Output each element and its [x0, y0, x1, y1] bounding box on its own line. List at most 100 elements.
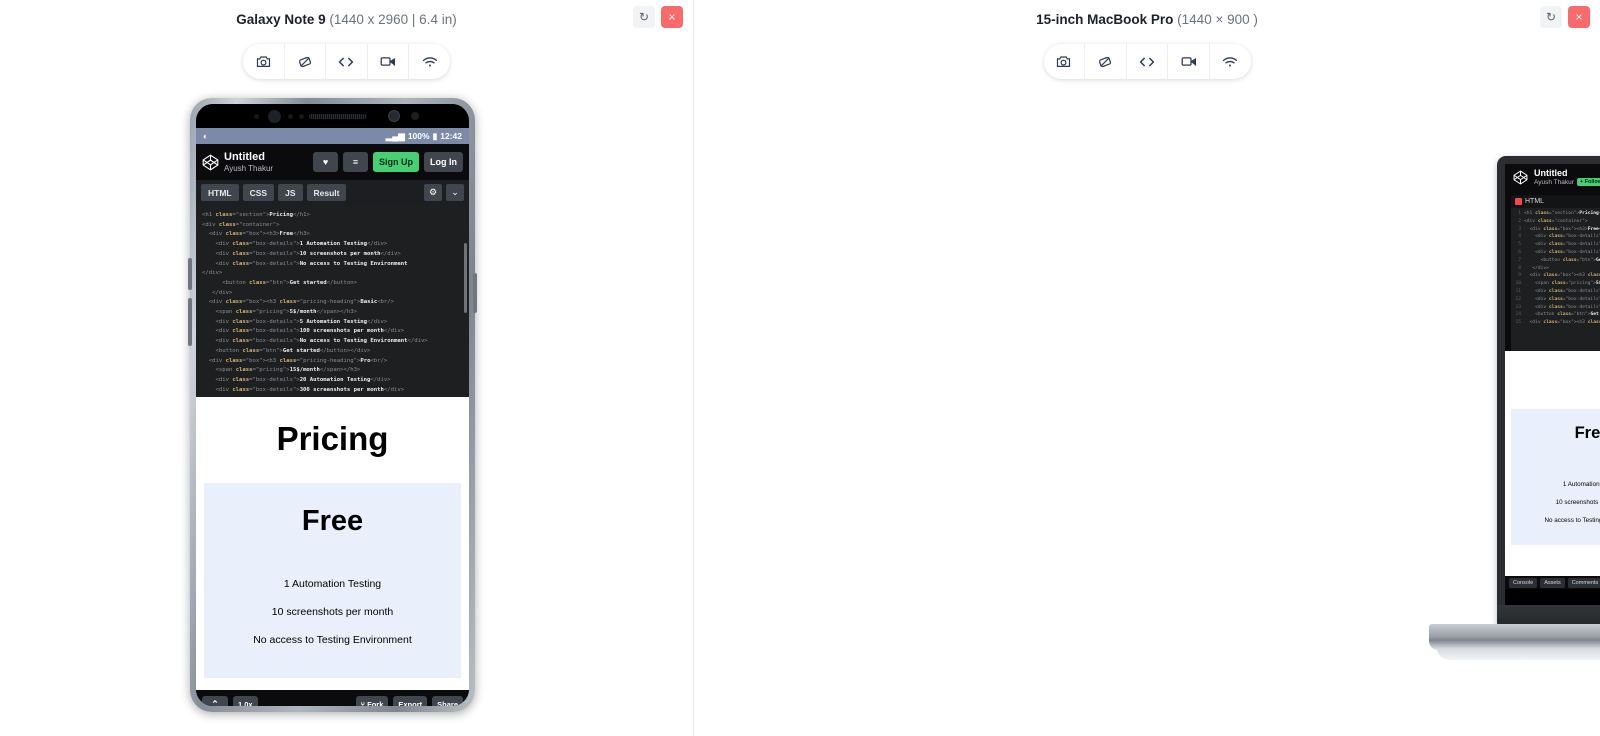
code-line: 14 <button class="btn">Get started</butt… — [1511, 311, 1600, 319]
heart-icon[interactable]: ♥ — [313, 152, 338, 172]
code-icon[interactable] — [1127, 44, 1169, 79]
pen-author-mac: Ayush Thakur — [1534, 178, 1574, 186]
codepen-logo-icon — [202, 154, 219, 171]
result-preview-mac: Pricing Free 1 Automation Testing 10 scre… — [1505, 351, 1600, 576]
camera-icon[interactable] — [1044, 44, 1086, 79]
editor-tabs-phone: HTML CSS JS Result ⚙ ⌄ — [196, 180, 469, 205]
collapse-chevron-icon[interactable]: ⌃ — [202, 696, 228, 706]
zoom-level-button[interactable]: 1.0x — [233, 696, 258, 706]
device-toolbar-mac — [1043, 44, 1251, 79]
camera-icon[interactable] — [243, 44, 285, 79]
close-icon[interactable]: × — [661, 6, 683, 28]
device-preview-panes: Galaxy Note 9 (1440 x 2960 | 6.4 in) ↻ × — [0, 0, 1600, 736]
follow-button[interactable]: + Follow — [1576, 178, 1600, 187]
phone-device-frame: ◐ ▂▄▆ 100% ▮ 12:42 Untitled Ayush Thakur… — [188, 98, 477, 712]
code-line: <div class="box-details">1 Automation Te… — [202, 241, 388, 248]
codepen-pen-meta-mac: Untitled Ayush Thakur + Follow — [1534, 167, 1600, 187]
line-number: 5 — [1518, 242, 1521, 248]
phone-screen: ◐ ▂▄▆ 100% ▮ 12:42 Untitled Ayush Thakur… — [196, 104, 469, 706]
pen-title-mac: Untitled — [1534, 167, 1568, 178]
pane-galaxy-note-9: Galaxy Note 9 (1440 x 2960 | 6.4 in) ↻ × — [0, 0, 694, 736]
login-button-phone[interactable]: Log In — [424, 152, 463, 172]
console-button[interactable]: Console — [1509, 577, 1538, 588]
code-line: <div class="box-details">10 screenshots … — [202, 250, 401, 257]
line-number: 15 — [1515, 320, 1521, 326]
signal-icon: ▂▄▆ — [385, 130, 405, 141]
editor-scrollbar-phone[interactable] — [464, 243, 467, 313]
pricing-card-feature: 10 screenshots per month — [1555, 499, 1600, 506]
status-time: 12:42 — [440, 131, 462, 141]
list-menu-icon[interactable]: ≡ — [343, 152, 368, 172]
html-editor-mac[interactable]: HTML ⚙ ⌄ 1<h1 class="section">Pricing</h… — [1511, 195, 1600, 351]
device-toolbar-phone — [243, 44, 450, 79]
chevron-down-icon[interactable]: ⌄ — [446, 184, 464, 201]
phone-notch — [196, 104, 469, 128]
code-line: <span class="pricing">15$/month</span></… — [202, 367, 361, 374]
html-editor-name: HTML — [1525, 198, 1545, 205]
pane-header-buttons-phone: ↻ × — [633, 6, 683, 28]
gear-icon[interactable]: ⚙ — [424, 184, 442, 201]
codepen-footer-phone: ⌃ 1.0x ⑂ Fork Export Share — [196, 690, 469, 706]
code-line: 6 <div class="box-details">No access to … — [1511, 249, 1600, 257]
status-left-icon: ◐ — [203, 131, 209, 141]
tab-js[interactable]: JS — [278, 184, 303, 201]
line-number: 14 — [1515, 312, 1521, 318]
code-icon[interactable] — [326, 44, 368, 79]
wifi-icon[interactable] — [409, 44, 450, 79]
line-number: 2 — [1518, 218, 1521, 224]
device-title-phone: Galaxy Note 9 (1440 x 2960 | 6.4 in) — [236, 12, 456, 27]
video-icon[interactable] — [368, 44, 410, 79]
share-button-phone[interactable]: Share — [432, 696, 463, 706]
rotate-icon[interactable] — [285, 44, 327, 79]
preview-title-phone: Pricing — [276, 420, 389, 457]
device-spec-mac: (1440 × 900 ) — [1177, 11, 1258, 27]
code-line: <button class="btn">Get started</button>… — [202, 347, 371, 354]
pricing-cards-row: Free 1 Automation Testing 10 screenshots … — [1505, 409, 1600, 545]
tab-result[interactable]: Result — [306, 184, 347, 201]
codepen-logo-icon — [1513, 170, 1528, 185]
codepen-footer-mac: Console Assets Comments ⌘Keys ⑂ Fork Emb… — [1505, 576, 1600, 589]
code-line: 2 <div class="container"> — [1511, 218, 1600, 226]
code-line: </div> — [202, 289, 233, 296]
codepen-header-mac: Untitled Ayush Thakur + Follow ♥ ⚙ Setti… — [1505, 164, 1600, 191]
device-title-mac: 15-inch MacBook Pro (1440 × 900 ) — [1036, 12, 1258, 27]
pane-header-phone: Galaxy Note 9 (1440 x 2960 | 6.4 in) ↻ × — [0, 0, 693, 34]
code-line: <div class="box-details">No access to Te… — [202, 260, 408, 267]
pen-author-phone: Ayush Thakur — [224, 163, 274, 173]
pen-author-row-mac: Ayush Thakur + Follow — [1534, 178, 1600, 187]
html-editor-titlebar: HTML ⚙ ⌄ — [1511, 195, 1600, 208]
tab-css[interactable]: CSS — [242, 184, 275, 201]
code-line: <div class="box-details">5 Automation Te… — [202, 318, 388, 325]
fork-button-phone[interactable]: ⑂ Fork — [355, 696, 389, 706]
pane-macbook-pro: 15-inch MacBook Pro (1440 × 900 ) ↻ × Un… — [694, 0, 1600, 736]
code-line: 10 <span class="pricing">5$/month</span>… — [1511, 280, 1600, 288]
comments-button[interactable]: Comments — [1567, 577, 1600, 588]
assets-button[interactable]: Assets — [1540, 577, 1565, 588]
signup-button-phone[interactable]: Sign Up — [373, 152, 419, 172]
line-number: 6 — [1518, 249, 1521, 255]
pane-header-buttons-mac: ↻ × — [1540, 6, 1590, 28]
export-button-phone[interactable]: Export — [393, 696, 428, 706]
code-line: <div class="container"> — [202, 221, 280, 228]
rotate-icon[interactable] — [1085, 44, 1127, 79]
code-line: 1<h1 class="section">Pricing</h1> — [1511, 210, 1600, 218]
phone-power-button — [473, 273, 477, 313]
code-line: <div class="box-details">No access to Te… — [202, 338, 428, 345]
code-line: 9 <div class="box"><h3 class="pricing-he… — [1511, 272, 1600, 280]
line-number: 3 — [1518, 226, 1521, 232]
refresh-icon[interactable]: ↻ — [633, 6, 655, 28]
codepen-pen-meta-phone: Untitled Ayush Thakur — [224, 151, 308, 173]
wifi-icon[interactable] — [1210, 44, 1251, 79]
macbook-foot — [1437, 648, 1600, 660]
refresh-icon[interactable]: ↻ — [1540, 6, 1562, 28]
battery-percent: 100% — [407, 131, 430, 141]
card-feature: No access to Testing Environment — [253, 634, 412, 646]
code-line: <div class="box-details">20 Automation T… — [202, 376, 391, 383]
device-spec-phone: (1440 x 2960 | 6.4 in) — [329, 11, 457, 27]
close-icon[interactable]: × — [1568, 6, 1590, 28]
html-editor-phone[interactable]: <h1 class="section">Pricing</h1> <div cla… — [196, 205, 469, 397]
tab-html[interactable]: HTML — [201, 184, 239, 201]
html-code-content[interactable]: 1<h1 class="section">Pricing</h1>2<div c… — [1511, 208, 1600, 351]
video-icon[interactable] — [1168, 44, 1210, 79]
card-name-phone: Free — [301, 505, 364, 537]
